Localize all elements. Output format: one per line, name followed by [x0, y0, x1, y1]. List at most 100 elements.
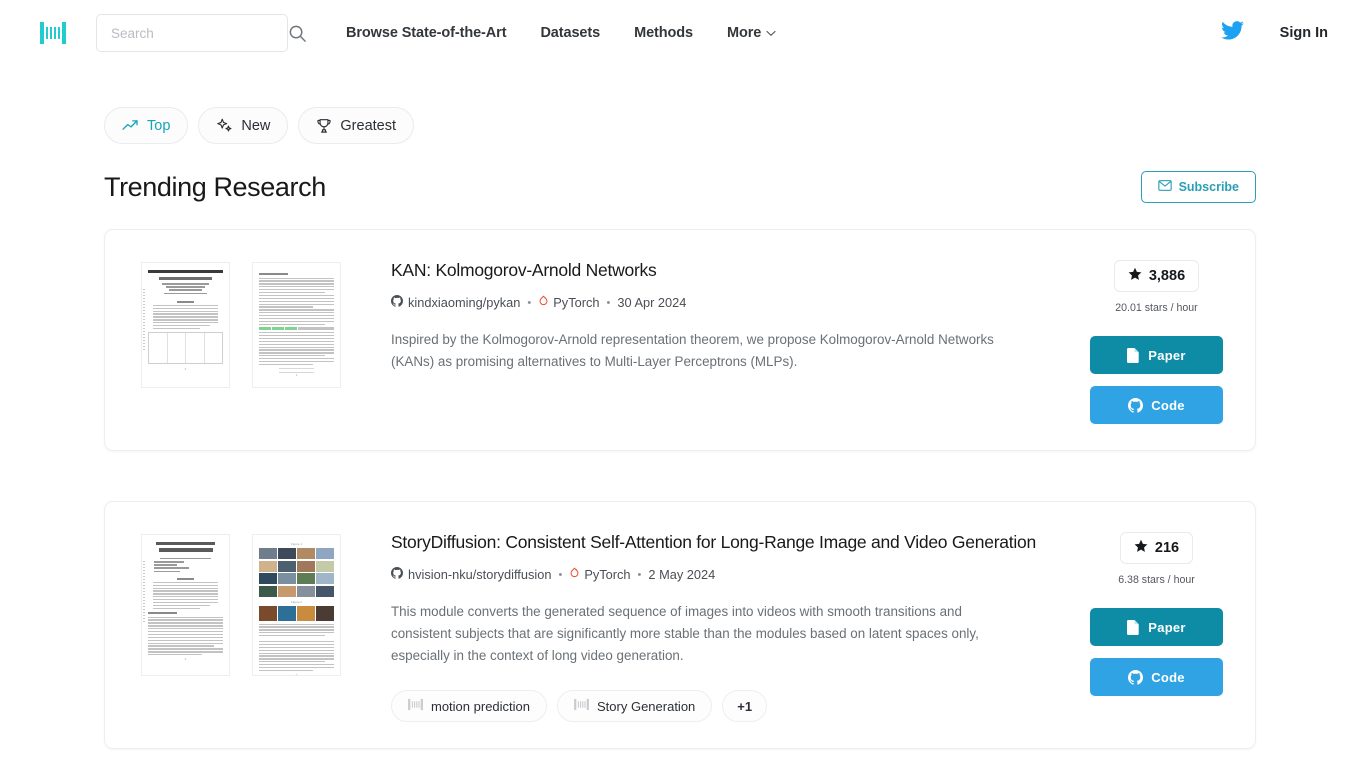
page-title: Trending Research: [104, 171, 326, 202]
paper-date: 30 Apr 2024: [617, 295, 687, 311]
code-button-label: Code: [1151, 669, 1185, 685]
filter-chip-label: Greatest: [340, 117, 397, 134]
paper-card-actions: 216 6.38 stars / hour Paper Code: [1090, 530, 1223, 722]
nav-label: Methods: [634, 25, 694, 41]
main-nav: Browse State-of-the-Art Datasets Methods…: [346, 25, 776, 41]
paper-framework[interactable]: PyTorch: [538, 295, 600, 311]
code-button[interactable]: Code: [1090, 658, 1223, 696]
filter-chips: Top New Greatest: [104, 66, 1256, 144]
thumbnail-image-grid: [259, 605, 334, 621]
paper-repo-label: hvision-nku/storydiffusion: [408, 567, 552, 583]
pytorch-icon: [538, 295, 549, 310]
code-button[interactable]: Code: [1090, 386, 1223, 424]
paper-repo-link[interactable]: hvision-nku/storydiffusion: [391, 567, 551, 582]
paper-card-main: KAN: Kolmogorov-Arnold Networks kindxiao…: [391, 258, 1090, 424]
title-row: Trending Research Subscribe: [104, 171, 1256, 203]
meta-separator: •: [637, 568, 642, 581]
paper-date: 2 May 2024: [648, 567, 716, 583]
site-header: Browse State-of-the-Art Datasets Methods…: [0, 0, 1360, 66]
trophy-icon: [316, 118, 332, 134]
paper-button[interactable]: Paper: [1090, 608, 1223, 646]
task-barcode-icon: [408, 698, 423, 714]
filter-chip-label: New: [241, 117, 271, 134]
paper-tag-label: Story Generation: [597, 698, 696, 714]
nav-label: Datasets: [540, 25, 601, 41]
stars-per-hour: 20.01 stars / hour: [1115, 302, 1198, 314]
code-button-label: Code: [1151, 397, 1185, 413]
nav-item-more[interactable]: More: [727, 25, 776, 41]
paper-repo-label: kindxiaoming/pykan: [408, 295, 521, 311]
paper-tag-more[interactable]: +1: [722, 690, 768, 723]
github-icon: [391, 295, 403, 310]
subscribe-label: Subscribe: [1178, 180, 1239, 194]
subscribe-button[interactable]: Subscribe: [1140, 171, 1256, 203]
github-icon: [1128, 397, 1144, 413]
github-icon: [1128, 669, 1144, 685]
trending-up-icon: [122, 119, 139, 132]
paper-card-main: StoryDiffusion: Consistent Self-Attentio…: [391, 530, 1090, 723]
paper-tag-more-label: +1: [737, 698, 753, 714]
search-box[interactable]: [96, 14, 306, 52]
paper-meta: hvision-nku/storydiffusion • PyTorch • 2…: [391, 567, 1066, 582]
star-icon: [1134, 539, 1148, 557]
paperswithcode-barcode-logo-icon[interactable]: [38, 18, 68, 48]
star-count-label: 3,886: [1148, 268, 1186, 284]
pytorch-icon: [569, 567, 580, 582]
star-count-badge[interactable]: 3,886: [1113, 260, 1200, 292]
document-icon: [1127, 347, 1140, 363]
paper-thumbnails[interactable]: 1 Figure 1 Figure 2 2: [141, 530, 391, 722]
page-body: Top New Greatest Trending Research Subsc…: [0, 66, 1360, 750]
github-icon: [391, 567, 403, 582]
paper-button[interactable]: Paper: [1090, 336, 1223, 374]
paper-page-thumbnail[interactable]: 1: [252, 262, 341, 388]
paper-repo-link[interactable]: kindxiaoming/pykan: [391, 295, 520, 310]
meta-separator: •: [558, 568, 563, 581]
sign-in-button[interactable]: Sign In: [1280, 25, 1328, 41]
paper-page-thumbnail[interactable]: Figure 1 Figure 2 2: [252, 534, 341, 676]
paper-card[interactable]: 1 Figure 1 Figure 2 2 StoryDiffusion: Co…: [104, 501, 1256, 750]
paper-page-thumbnail[interactable]: 1: [141, 262, 230, 388]
paper-button-label: Paper: [1148, 347, 1186, 363]
paper-list: 1 1 KAN: Kolmogorov-Arnold Networks kind…: [104, 229, 1256, 750]
nav-label: More: [727, 25, 762, 41]
filter-chip-new[interactable]: New: [198, 107, 289, 144]
paper-card-actions: 3,886 20.01 stars / hour Paper Code: [1090, 258, 1223, 424]
meta-separator: •: [527, 296, 532, 309]
paper-page-thumbnail[interactable]: 1: [141, 534, 230, 676]
paper-title[interactable]: KAN: Kolmogorov-Arnold Networks: [391, 258, 1066, 283]
sparkles-icon: [216, 118, 233, 134]
nav-item-datasets[interactable]: Datasets: [540, 25, 600, 41]
paper-abstract: This module converts the generated seque…: [391, 604, 979, 663]
search-icon[interactable]: [288, 24, 307, 43]
filter-chip-top[interactable]: Top: [104, 107, 189, 144]
meta-separator: •: [606, 296, 611, 309]
filter-chip-label: Top: [147, 117, 171, 134]
paper-button-label: Paper: [1148, 619, 1186, 635]
nav-label: Browse State-of-the-Art: [346, 25, 507, 41]
paper-tag[interactable]: Story Generation: [557, 690, 713, 723]
paper-tag[interactable]: motion prediction: [391, 690, 547, 723]
paper-card[interactable]: 1 1 KAN: Kolmogorov-Arnold Networks kind…: [104, 229, 1256, 451]
paper-meta: kindxiaoming/pykan • PyTorch • 30 Apr 20…: [391, 295, 1066, 310]
header-right: Sign In: [1220, 21, 1328, 45]
paper-title[interactable]: StoryDiffusion: Consistent Self-Attentio…: [391, 530, 1066, 555]
filter-chip-greatest[interactable]: Greatest: [298, 107, 415, 144]
paper-framework[interactable]: PyTorch: [569, 567, 631, 582]
star-count-label: 216: [1154, 540, 1180, 556]
envelope-icon: [1157, 180, 1172, 194]
twitter-bird-icon[interactable]: [1220, 21, 1244, 45]
paper-framework-label: PyTorch: [553, 295, 600, 311]
nav-item-browse-sota[interactable]: Browse State-of-the-Art: [346, 25, 507, 41]
paper-abstract: Inspired by the Kolmogorov-Arnold repres…: [391, 332, 994, 370]
chevron-down-icon: [766, 25, 776, 41]
search-input[interactable]: [111, 25, 288, 41]
star-count-badge[interactable]: 216: [1119, 532, 1194, 564]
document-icon: [1127, 619, 1140, 635]
paper-tags: motion prediction Story Generation +1: [391, 690, 1066, 723]
stars-per-hour: 6.38 stars / hour: [1118, 574, 1195, 586]
paper-thumbnails[interactable]: 1 1: [141, 258, 391, 424]
star-icon: [1128, 267, 1142, 285]
nav-item-methods[interactable]: Methods: [634, 25, 693, 41]
thumbnail-image-grid: [259, 548, 334, 597]
task-barcode-icon: [574, 698, 589, 714]
